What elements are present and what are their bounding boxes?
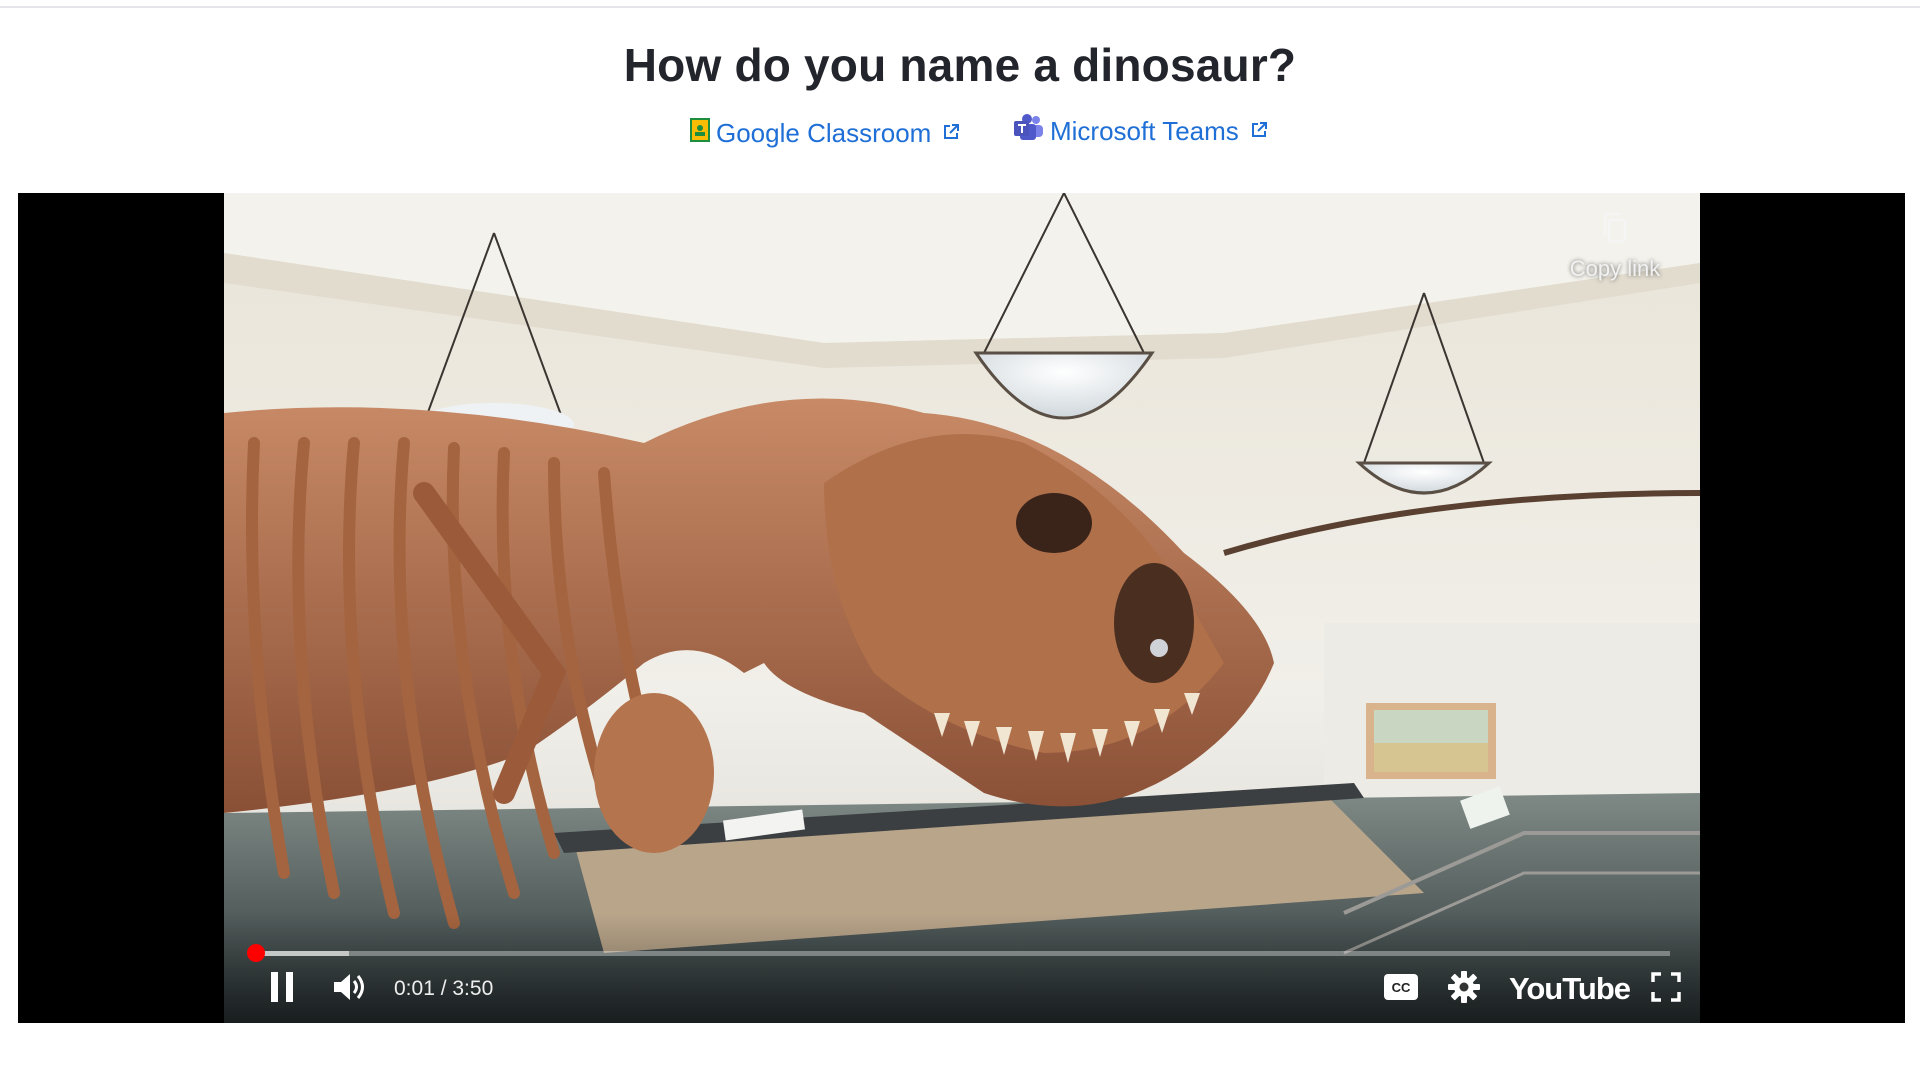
pause-icon xyxy=(269,971,295,1007)
copy-link-label: Copy link xyxy=(1569,256,1661,281)
external-link-icon xyxy=(937,118,961,149)
fullscreen-icon xyxy=(1651,971,1681,1007)
microsoft-teams-icon xyxy=(1014,114,1044,149)
youtube-logo[interactable]: YouTube xyxy=(1509,971,1631,1007)
microsoft-teams-link[interactable]: Microsoft Teams xyxy=(1014,114,1269,149)
settings-icon xyxy=(1447,970,1481,1009)
progress-bar[interactable] xyxy=(250,951,1670,956)
google-classroom-link[interactable]: Google Classroom xyxy=(690,118,961,149)
settings-button[interactable] xyxy=(1442,969,1486,1009)
external-link-icon xyxy=(1245,116,1269,147)
video-still-dinosaur-skeleton xyxy=(224,193,1700,1023)
captions-icon: CC xyxy=(1383,973,1419,1006)
volume-button[interactable] xyxy=(328,969,372,1009)
fullscreen-button[interactable] xyxy=(1646,969,1686,1009)
google-classroom-icon xyxy=(690,118,710,149)
captions-button[interactable]: CC xyxy=(1379,969,1423,1009)
progress-scrubber[interactable] xyxy=(246,944,265,962)
top-divider xyxy=(0,0,1920,8)
copy-icon xyxy=(1601,211,1629,250)
video-player[interactable]: Copy link 0:01 / 3:50 CC YouTube xyxy=(18,193,1905,1023)
page-title: How do you name a dinosaur? xyxy=(623,39,1297,91)
pause-button[interactable] xyxy=(262,969,302,1009)
copy-link-button[interactable]: Copy link xyxy=(1560,211,1670,282)
time-display: 0:01 / 3:50 xyxy=(394,977,494,1000)
microsoft-teams-label: Microsoft Teams xyxy=(1050,116,1239,146)
progress-buffered xyxy=(250,951,350,956)
svg-text:CC: CC xyxy=(1392,980,1411,995)
google-classroom-label: Google Classroom xyxy=(716,118,932,148)
volume-icon xyxy=(332,972,368,1007)
share-links: Google Classroom Microsoft Teams xyxy=(0,112,1920,152)
video-frame[interactable]: Copy link 0:01 / 3:50 CC YouTube xyxy=(224,193,1700,1023)
